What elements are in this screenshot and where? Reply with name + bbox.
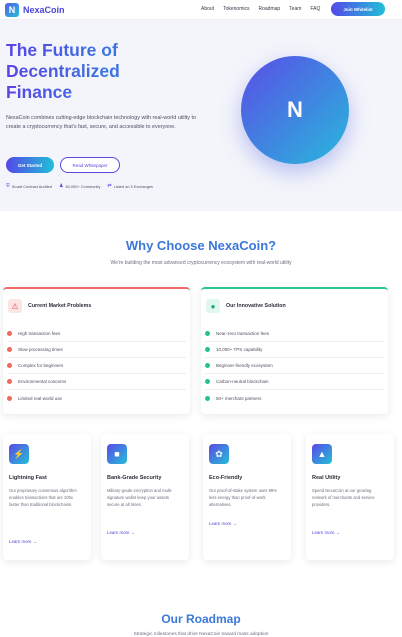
solution-panel: ● Our Innovative Solution Near-zero tran… [201, 287, 388, 414]
brand-name: NexaCoin [23, 5, 65, 15]
exchange-icon: ⇄ [107, 183, 112, 189]
hero-title: The Future of Decentralized Finance [6, 40, 176, 103]
list-item-label: Environmental concerns [18, 379, 67, 384]
x-icon [7, 347, 12, 352]
list-item-label: Limited real-world use [18, 395, 63, 401]
nav-link-tokenomics[interactable]: Tokenomics [223, 6, 249, 12]
feature-description: Our proof-of-stake system uses 99% less … [209, 488, 277, 507]
roadmap-subtitle: Strategic milestones that drive NexaCoin… [133, 632, 269, 637]
why-section-title: Why Choose NexaCoin? [125, 238, 277, 253]
feature-description: Spend NexaCoin at our growing network of… [312, 488, 375, 507]
feature-card-bank-grade-security: ■ Bank-Grade Security Military-grade enc… [101, 434, 189, 560]
badge-label: 50,000+ Community [65, 183, 101, 189]
learn-more-label: Learn more [312, 530, 335, 535]
coin-emblem: N [241, 56, 349, 164]
panel-title: Our Innovative Solution [226, 303, 286, 309]
leaf-icon: ✿ [209, 444, 229, 464]
list-item-label: Complex for beginners [18, 363, 64, 368]
check-icon [205, 379, 210, 384]
panel-header: ● Our Innovative Solution [206, 299, 286, 313]
feature-card-eco-friendly: ✿ Eco-Friendly Our proof-of-stake system… [203, 434, 291, 560]
x-icon [7, 379, 12, 384]
hero-section: The Future of Decentralized Finance Nexa… [0, 20, 402, 211]
nav-links: About Tokenomics Roadmap Team FAQ [201, 6, 329, 12]
list-item-label: Beginner-friendly ecosystem [216, 363, 273, 368]
feature-title: Lightning Fast [9, 475, 47, 481]
list-item-label: Slow processing times [18, 347, 63, 352]
arrow-right-icon: → [335, 530, 341, 535]
arrow-right-icon: → [32, 539, 38, 544]
why-section-subtitle: We're building the most advanced cryptoc… [110, 260, 292, 266]
list-item: Slow processing times [7, 342, 186, 358]
list-item-label: High transaction fees [18, 331, 61, 336]
learn-more-label: Learn more [107, 530, 130, 535]
lightning-icon: ⚡ [9, 444, 29, 464]
logo-icon: N [5, 3, 19, 17]
badge-exchanges: ⇄ Listed on 5 Exchanges [107, 183, 153, 189]
utility-icon: ▲ [312, 444, 332, 464]
panel-header: ⚠ Current Market Problems [8, 299, 91, 313]
check-icon [205, 331, 210, 336]
badge-audited: ⛨ Smart Contract Audited [6, 183, 52, 189]
list-item-label: Near-zero transaction fees [216, 331, 270, 336]
check-icon [205, 363, 210, 368]
nav-link-roadmap[interactable]: Roadmap [258, 6, 280, 12]
feature-card-lightning-fast: ⚡ Lightning Fast Our proprietary consens… [3, 434, 91, 560]
warning-icon: ⚠ [8, 299, 22, 313]
check-icon [205, 347, 210, 352]
nav-link-team[interactable]: Team [289, 6, 301, 12]
badge-label: Smart Contract Audited [11, 183, 52, 189]
list-item-label: 10,000+ TPS capability [216, 347, 263, 352]
hero-description: NexaCoin combines cutting-edge blockchai… [6, 115, 196, 130]
trust-badges: ⛨ Smart Contract Audited ♟ 50,000+ Commu… [6, 183, 153, 189]
roadmap-title: Our Roadmap [161, 612, 241, 626]
join-whitelist-button[interactable]: Join Whitelist [331, 2, 385, 16]
learn-more-link[interactable]: Learn more → [209, 521, 237, 526]
feature-title: Eco-Friendly [209, 475, 243, 481]
feature-title: Bank-Grade Security [107, 475, 162, 481]
x-icon [7, 395, 12, 401]
brand-logo[interactable]: N NexaCoin [5, 3, 65, 17]
problems-list: High transaction fees Slow processing ti… [7, 326, 186, 406]
lock-icon: ■ [107, 444, 127, 464]
get-started-button[interactable]: Get Started [6, 157, 54, 173]
problems-panel: ⚠ Current Market Problems High transacti… [3, 287, 190, 414]
learn-more-link[interactable]: Learn more → [312, 530, 340, 535]
list-item: 10,000+ TPS capability [205, 342, 384, 358]
list-item: Environmental concerns [7, 374, 186, 390]
list-item: Complex for beginners [7, 358, 186, 374]
list-item: Limited real-world use [7, 390, 186, 406]
list-item: Beginner-friendly ecosystem [205, 358, 384, 374]
nav-link-about[interactable]: About [201, 6, 214, 12]
feature-title: Real Utility [312, 475, 341, 481]
feature-description: Military-grade encryption and multi-sign… [107, 488, 173, 507]
nav-link-faq[interactable]: FAQ [310, 6, 320, 12]
badge-community: ♟ 50,000+ Community [59, 183, 100, 189]
arrow-right-icon: → [232, 521, 238, 526]
check-icon [205, 395, 210, 401]
learn-more-link[interactable]: Learn more → [107, 530, 135, 535]
list-item: Carbon-neutral blockchain [205, 374, 384, 390]
panel-title: Current Market Problems [28, 303, 92, 309]
list-item: High transaction fees [7, 326, 186, 342]
shield-icon: ⛨ [6, 183, 10, 189]
x-icon [7, 331, 12, 336]
list-item: 50+ merchant partners [205, 390, 384, 406]
arrow-right-icon: → [130, 530, 136, 535]
learn-more-label: Learn more [9, 539, 32, 544]
top-navigation: N NexaCoin About Tokenomics Roadmap Team… [0, 0, 402, 20]
feature-card-real-utility: ▲ Real Utility Spend NexaCoin at our gro… [306, 434, 394, 560]
users-icon: ♟ [59, 183, 64, 189]
read-whitepaper-button[interactable]: Read Whitepaper [60, 157, 120, 173]
learn-more-label: Learn more [209, 521, 232, 526]
lightbulb-icon: ● [206, 299, 220, 313]
list-item: Near-zero transaction fees [205, 326, 384, 342]
feature-description: Our proprietary consensus algorithm enab… [9, 488, 77, 507]
x-icon [7, 363, 12, 368]
list-item-label: Carbon-neutral blockchain [216, 379, 269, 384]
solution-list: Near-zero transaction fees 10,000+ TPS c… [205, 326, 384, 406]
list-item-label: 50+ merchant partners [216, 395, 262, 401]
badge-label: Listed on 5 Exchanges [113, 183, 153, 189]
learn-more-link[interactable]: Learn more → [9, 539, 37, 544]
